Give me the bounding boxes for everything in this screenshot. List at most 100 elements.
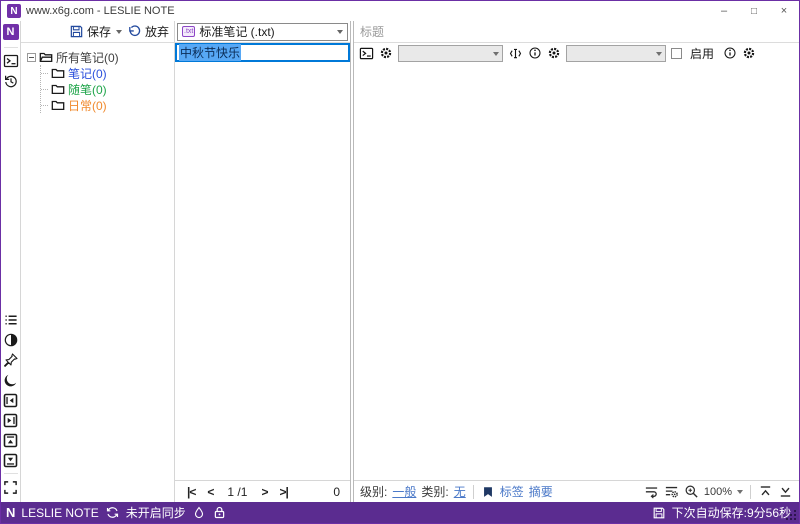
undo-icon [127,24,142,39]
page-indicator: 1 /1 [219,485,255,499]
fullscreen-button[interactable] [2,477,20,497]
txt-file-icon: .txt [182,26,195,37]
outline-list-button[interactable] [2,310,20,330]
zoom-caret-icon[interactable] [737,490,743,497]
tree-item-essays[interactable]: 随笔(0) [41,81,172,97]
tree-item-notes[interactable]: 笔记(0) [41,65,172,81]
maximize-button[interactable]: □ [739,1,769,21]
chevron-down-icon [337,30,343,37]
tags-button[interactable] [481,485,495,499]
droplet-icon [192,506,206,520]
autosave-countdown: 下次自动保存:9分56秒 [672,504,791,521]
terminal-icon [3,53,19,69]
folder-icon [51,82,65,96]
last-page-button[interactable]: >| [273,485,293,499]
collapse-right-panel-button[interactable] [2,410,20,430]
format-settings-button[interactable] [664,484,679,499]
minimize-button[interactable]: – [709,1,739,21]
tree-item-label: 随笔(0) [68,81,107,98]
collapse-bottom-panel-button[interactable] [2,450,20,470]
night-mode-button[interactable] [2,370,20,390]
ink-theme-button[interactable] [192,506,206,520]
first-page-button[interactable]: |< [181,485,201,499]
moon-icon [3,372,19,388]
note-title-input[interactable] [360,25,793,39]
lines-gear-icon [664,484,679,499]
previous-page-button[interactable]: < [201,485,219,499]
status-app-name: LESLIE NOTE [21,506,98,520]
info-icon [723,46,737,60]
tree-children: 笔记(0) 随笔(0) 日常(0) [40,65,172,113]
enable-checkbox[interactable] [671,48,682,59]
lock-button[interactable] [212,505,227,520]
enable-info-button[interactable] [723,46,737,60]
contrast-theme-button[interactable] [2,330,20,350]
note-title-row [354,21,799,43]
lock-icon [212,505,227,520]
tree-root-label: 所有笔记(0) [56,49,119,66]
scroll-to-bottom-button[interactable] [778,484,793,499]
save-button[interactable]: 保存 [66,22,114,41]
sync-button[interactable] [105,505,120,520]
note-count: 0 [333,485,344,499]
autosave-button[interactable] [652,506,666,520]
editor-toolbar: 启用 [354,43,799,63]
magnifier-plus-icon [684,484,699,499]
contrast-icon [3,332,19,348]
pin-window-button[interactable] [2,350,20,370]
save-floppy-icon [652,506,666,520]
tree-item-label: 日常(0) [68,97,107,114]
terminal-icon [359,46,374,61]
close-button[interactable]: × [769,1,799,21]
note-list-panel: .txt 标准笔记 (.txt) 中秋节快乐 |< < 1 /1 > >| 0 [175,21,351,502]
open-folder-icon [39,50,53,64]
summary-link[interactable]: 摘要 [529,483,553,500]
script-settings-button[interactable] [547,46,561,60]
scroll-to-top-button[interactable] [758,484,773,499]
template-info-button[interactable] [528,46,542,60]
bookmark-icon [481,485,495,499]
history-button[interactable] [2,71,20,91]
collapse-left-panel-button[interactable] [2,390,20,410]
divider [4,473,18,474]
template-settings-button[interactable] [379,46,393,60]
collapse-top-panel-button[interactable] [2,430,20,450]
enable-checkbox-label[interactable]: 启用 [690,45,714,62]
panel-left-icon [3,393,18,408]
save-options-caret-icon[interactable] [116,30,122,37]
note-list-item-selected[interactable]: 中秋节快乐 [175,43,350,62]
pushpin-icon [3,352,19,368]
app-window: N www.x6g.com - LESLIE NOTE – □ × N [0,0,800,524]
category-label: 类别: [421,483,448,500]
zoom-button[interactable] [684,484,699,499]
discard-button[interactable]: 放弃 [124,22,172,41]
word-wrap-button[interactable] [644,484,659,499]
tags-link[interactable]: 标签 [500,483,524,500]
list-icon [3,312,19,328]
folder-icon [51,66,65,80]
console-button[interactable] [2,51,20,71]
folder-icon [51,98,65,112]
resize-grip[interactable] [784,508,798,522]
note-body-editor[interactable] [354,63,799,480]
more-settings-button[interactable] [742,46,756,60]
tree-item-daily[interactable]: 日常(0) [41,97,172,113]
next-page-button[interactable]: > [255,485,273,499]
run-script-button[interactable] [359,46,374,61]
scroll-top-icon [758,484,773,499]
tree-expander[interactable] [27,53,36,62]
zoom-level[interactable]: 100% [704,486,732,498]
window-title: www.x6g.com - LESLIE NOTE [26,5,709,17]
template-select[interactable] [398,45,503,62]
note-type-row: .txt 标准笔记 (.txt) [175,21,350,43]
script-select[interactable] [566,45,666,62]
note-type-select[interactable]: .txt 标准笔记 (.txt) [177,23,348,41]
divider [473,485,474,499]
insert-cursor-button[interactable] [508,46,523,61]
gear-icon [547,46,561,60]
divider [750,485,751,499]
tree-root-all-notes[interactable]: 所有笔记(0) [27,49,172,65]
word-wrap-icon [644,484,659,499]
category-value-link[interactable]: 无 [454,483,466,500]
level-value-link[interactable]: 一般 [392,483,416,500]
